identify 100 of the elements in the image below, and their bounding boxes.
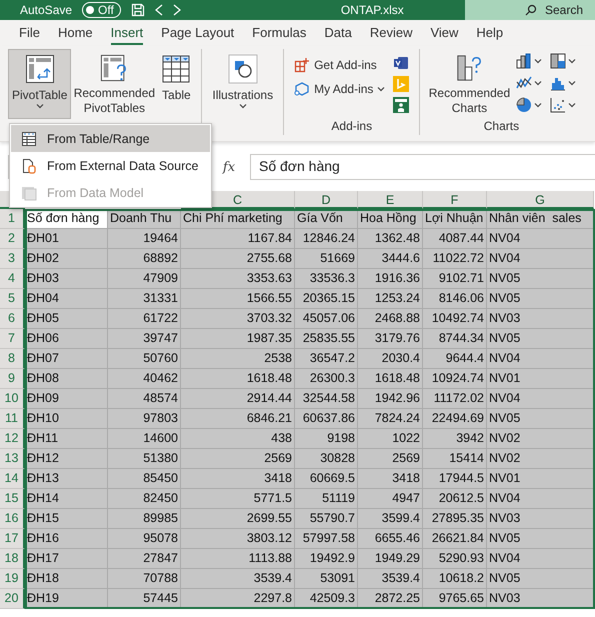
chart-type-button[interactable] bbox=[550, 97, 576, 113]
ribbon-button[interactable]: Table bbox=[157, 49, 196, 119]
table-cell: 82450 bbox=[108, 489, 181, 509]
row-header[interactable]: 2 bbox=[0, 229, 25, 249]
table-cell: 2699.55 bbox=[181, 509, 295, 529]
ribbon-tab[interactable]: File bbox=[10, 20, 49, 46]
row-header[interactable]: 16 bbox=[0, 509, 25, 529]
table-cell: 36547.2 bbox=[295, 349, 358, 369]
table-cell: 51119 bbox=[295, 489, 358, 509]
row-header[interactable]: 10 bbox=[0, 389, 25, 409]
table-cell: Doanh Thu bbox=[108, 209, 181, 229]
table-cell: 15414 bbox=[423, 449, 487, 469]
table-cell: 9644.4 bbox=[423, 349, 487, 369]
search-box[interactable]: Search bbox=[465, 0, 595, 20]
hierarchy-chart-icon bbox=[550, 53, 566, 69]
row-header[interactable]: 6 bbox=[0, 309, 25, 329]
table-cell: 9102.71 bbox=[423, 269, 487, 289]
table-cell: 2569 bbox=[358, 449, 423, 469]
row-header[interactable]: 11 bbox=[0, 409, 25, 429]
function-button[interactable]: fx bbox=[214, 160, 244, 174]
table-cell: 51380 bbox=[108, 449, 181, 469]
menu-item[interactable]: From Table/Range bbox=[11, 125, 210, 152]
ribbon-tab[interactable]: View bbox=[421, 20, 468, 46]
menu-item[interactable]: From External Data Source bbox=[11, 152, 210, 179]
ribbon-tab[interactable]: Formulas bbox=[243, 20, 316, 46]
ribbon-tab[interactable]: Help bbox=[467, 20, 512, 46]
ribbon-button[interactable]: Recommended Charts bbox=[426, 49, 512, 119]
autosave-toggle[interactable]: Off bbox=[82, 2, 121, 18]
row-header[interactable]: 15 bbox=[0, 489, 25, 509]
visio-app-icon[interactable] bbox=[393, 55, 410, 71]
table-cell: 57445 bbox=[108, 589, 181, 609]
row-header[interactable]: 12 bbox=[0, 429, 25, 449]
table-cell: NV01 bbox=[487, 369, 594, 389]
row-header[interactable]: 13 bbox=[0, 449, 25, 469]
row-header[interactable]: 9 bbox=[0, 369, 25, 389]
table-cell: 1566.55 bbox=[181, 289, 295, 309]
column-header[interactable]: D bbox=[295, 191, 358, 209]
table-cell: ĐH02 bbox=[25, 249, 108, 269]
row-header[interactable]: 8 bbox=[0, 349, 25, 369]
table-cell: 11022.72 bbox=[423, 249, 487, 269]
column-header[interactable]: E bbox=[358, 191, 423, 209]
table-cell: 1942.96 bbox=[358, 389, 423, 409]
table-cell: 50760 bbox=[108, 349, 181, 369]
ribbon-tab[interactable]: Review bbox=[360, 20, 422, 46]
row-header[interactable]: 7 bbox=[0, 329, 25, 349]
table-cell: NV05 bbox=[487, 569, 594, 589]
table-cell: ĐH11 bbox=[25, 429, 108, 449]
column-chart-icon bbox=[516, 53, 532, 69]
table-cell: 1987.35 bbox=[181, 329, 295, 349]
column-header[interactable]: G bbox=[487, 191, 594, 209]
table-cell: NV01 bbox=[487, 469, 594, 489]
ribbon-button[interactable]: Recommended PivotTables bbox=[71, 49, 158, 119]
chart-type-button[interactable] bbox=[516, 75, 542, 91]
row-header[interactable]: 5 bbox=[0, 289, 25, 309]
hexagon-icon bbox=[294, 81, 310, 97]
ribbon-tab[interactable]: Page Layout bbox=[152, 20, 244, 46]
chart-type-button[interactable] bbox=[550, 75, 576, 91]
caret-icon bbox=[568, 80, 576, 86]
table-cell: 3539.4 bbox=[181, 569, 295, 589]
document-database-icon bbox=[21, 158, 37, 174]
table-cell: 26621.84 bbox=[423, 529, 487, 549]
chart-type-button[interactable] bbox=[550, 53, 576, 69]
ribbon-button[interactable]: Get Add-ins bbox=[294, 57, 386, 73]
column-header[interactable]: F bbox=[423, 191, 487, 209]
ribbon-button[interactable]: My Add-ins bbox=[294, 81, 386, 97]
ribbon-button[interactable]: PivotTable bbox=[8, 49, 72, 119]
row-header[interactable]: 1 bbox=[0, 209, 25, 229]
row-header[interactable]: 18 bbox=[0, 549, 25, 569]
row-header[interactable]: 17 bbox=[0, 529, 25, 549]
table-cell: 6655.46 bbox=[358, 529, 423, 549]
caret-icon bbox=[568, 58, 576, 64]
ribbon-button[interactable]: Illustrations bbox=[208, 49, 278, 119]
row-header[interactable]: 4 bbox=[0, 269, 25, 289]
ribbon-tab[interactable]: Data bbox=[315, 20, 361, 46]
row-header[interactable]: 20 bbox=[0, 589, 25, 609]
table-cell: 2755.68 bbox=[181, 249, 295, 269]
table-cell: NV05 bbox=[487, 409, 594, 429]
table-cell: 33536.3 bbox=[295, 269, 358, 289]
people-graph-app-icon[interactable] bbox=[393, 97, 410, 113]
table-cell: 438 bbox=[181, 429, 295, 449]
group-label: Charts bbox=[482, 119, 520, 135]
table-cell: 1362.48 bbox=[358, 229, 423, 249]
chart-type-button[interactable] bbox=[516, 97, 542, 113]
table-icon bbox=[161, 54, 192, 84]
row-header[interactable]: 3 bbox=[0, 249, 25, 269]
ribbon-tab[interactable]: Home bbox=[48, 20, 102, 46]
row-header[interactable]: 14 bbox=[0, 469, 25, 489]
table-cell: 12846.24 bbox=[295, 229, 358, 249]
table-cell: ĐH12 bbox=[25, 449, 108, 469]
formula-input[interactable]: Số đơn hàng bbox=[250, 154, 595, 180]
table-cell: 1113.88 bbox=[181, 549, 295, 569]
shapes-icon bbox=[228, 54, 258, 84]
row-header[interactable]: 19 bbox=[0, 569, 25, 589]
ribbon-tab[interactable]: Insert bbox=[102, 20, 152, 46]
table-cell: ĐH06 bbox=[25, 329, 108, 349]
chart-type-button[interactable] bbox=[516, 53, 542, 69]
table-cell: ĐH07 bbox=[25, 349, 108, 369]
data-model-icon bbox=[21, 184, 37, 200]
scatter-chart-icon bbox=[550, 97, 566, 113]
table-cell: 1916.36 bbox=[358, 269, 423, 289]
